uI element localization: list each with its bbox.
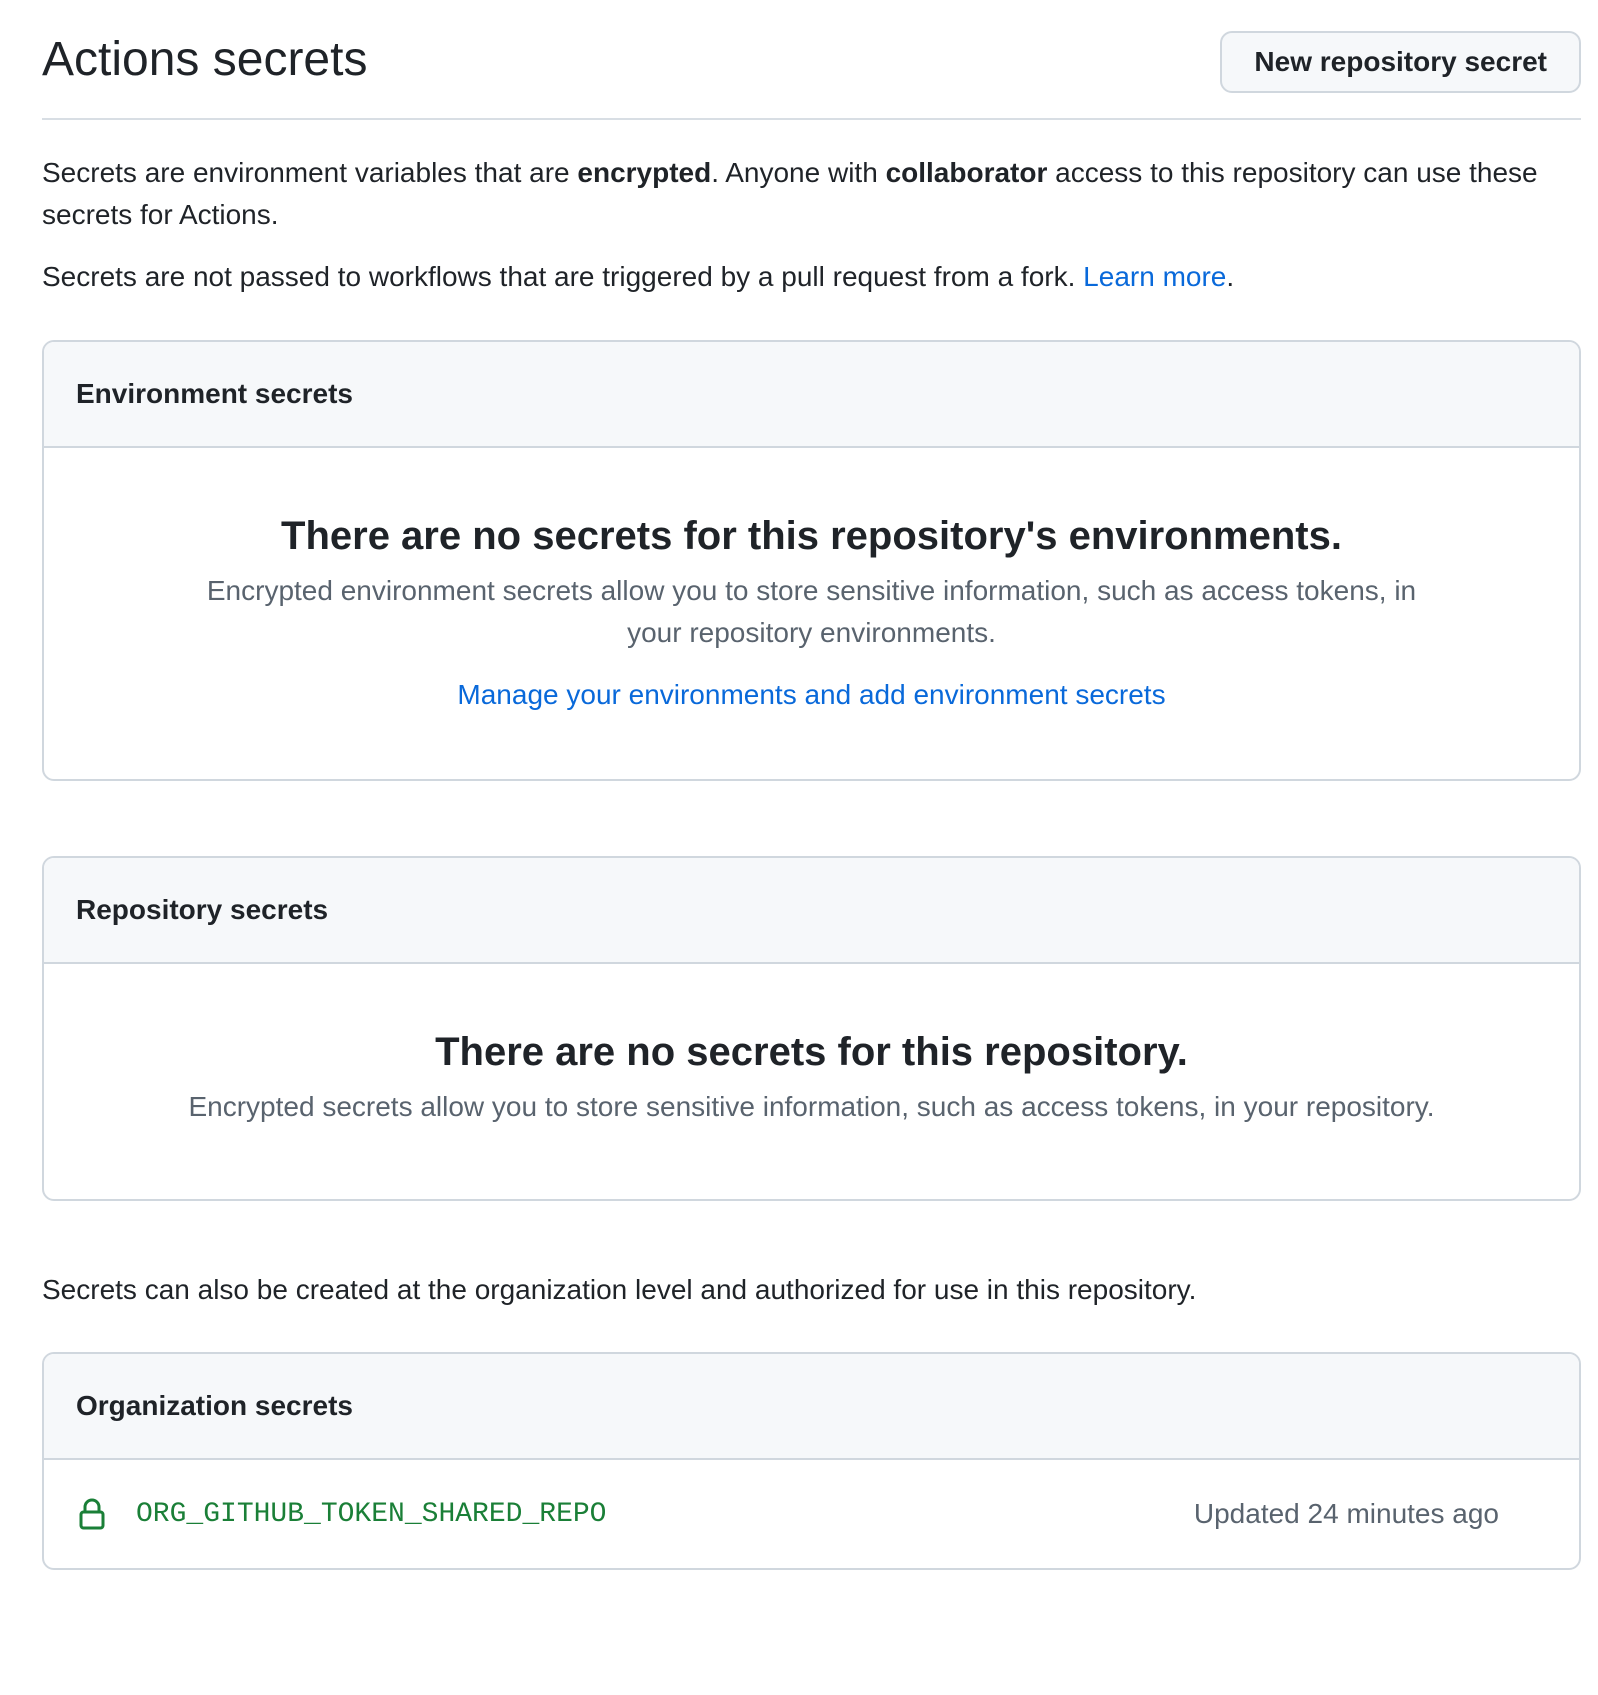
intro-text-1: Secrets are environment variables that a…	[42, 157, 578, 188]
organization-secrets-header: Organization secrets	[44, 1354, 1579, 1460]
repository-secrets-blankslate: There are no secrets for this repository…	[44, 964, 1579, 1128]
manage-environments-link[interactable]: Manage your environments and add environ…	[457, 674, 1165, 716]
organization-secrets-box: Organization secrets ORG_GITHUB_TOKEN_SH…	[42, 1352, 1581, 1570]
intro-forks-text: Secrets are not passed to workflows that…	[42, 261, 1084, 292]
page-title: Actions secrets	[42, 33, 368, 86]
secret-updated-time: Updated 24 minutes ago	[1193, 1498, 1499, 1529]
organization-secrets-note: Secrets can also be created at the organ…	[42, 1274, 1197, 1305]
intro-paragraph-forks: Secrets are not passed to workflows that…	[42, 256, 1581, 298]
page: Actions secrets New repository secret Se…	[42, 0, 1581, 1570]
intro-forks-period: .	[1226, 261, 1235, 292]
repository-secrets-empty-title: There are no secrets for this repository…	[435, 1030, 1188, 1074]
intro-text: Secrets are environment variables that a…	[42, 152, 1581, 298]
learn-more-link[interactable]: Learn more	[1083, 261, 1226, 292]
intro-text-2: . Anyone with	[711, 157, 886, 188]
environment-secrets-empty-description: Encrypted environment secrets allow you …	[206, 575, 1417, 648]
intro-encrypted-emphasis: encrypted	[577, 157, 712, 188]
repository-secrets-header: Repository secrets	[44, 858, 1579, 964]
repository-secrets-box: Repository secrets There are no secrets …	[42, 856, 1581, 1201]
environment-secrets-empty-title: There are no secrets for this repository…	[281, 514, 1342, 558]
secret-name: ORG_GITHUB_TOKEN_SHARED_REPO	[136, 1498, 607, 1530]
environment-secrets-box: Environment secrets There are no secrets…	[42, 340, 1581, 781]
intro-paragraph-encryption: Secrets are environment variables that a…	[42, 152, 1581, 236]
intro-collaborator-emphasis: collaborator	[885, 157, 1048, 188]
environment-secrets-header: Environment secrets	[44, 342, 1579, 448]
repository-secrets-empty-description: Encrypted secrets allow you to store sen…	[188, 1091, 1435, 1122]
secret-row: ORG_GITHUB_TOKEN_SHARED_REPO Updated 24 …	[44, 1460, 1579, 1568]
lock-icon	[78, 1497, 106, 1531]
environment-secrets-blankslate: There are no secrets for this repository…	[44, 448, 1579, 716]
page-header: Actions secrets New repository secret	[42, 0, 1581, 120]
new-repository-secret-button[interactable]: New repository secret	[1220, 31, 1581, 93]
